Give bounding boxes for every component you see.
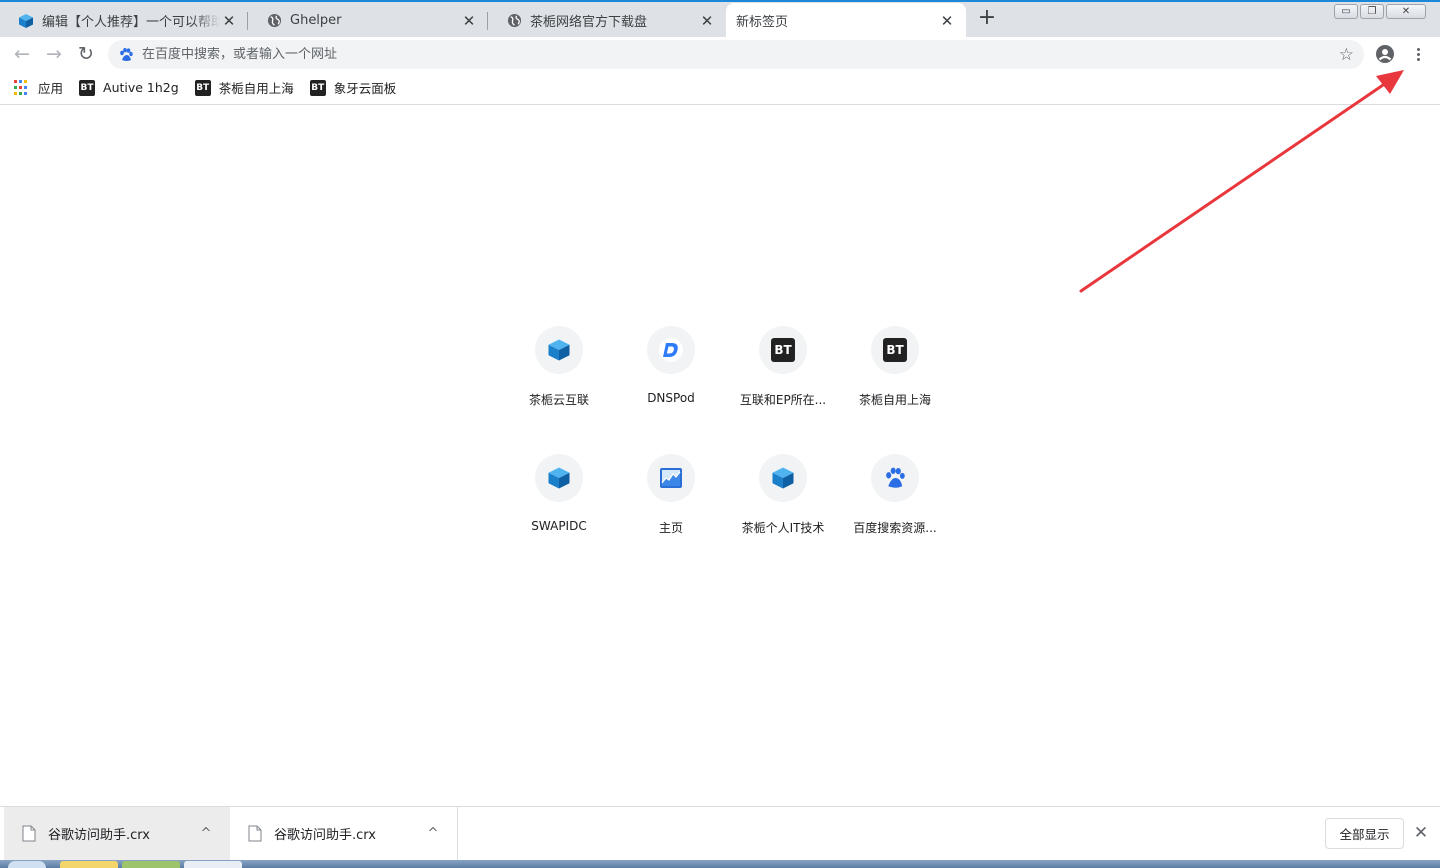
bt-icon: BT xyxy=(771,338,795,362)
shortcut-icon-circle: BT xyxy=(759,326,807,374)
tab-title: 编辑【个人推荐】一个可以帮助你 xyxy=(42,15,220,30)
file-icon xyxy=(248,825,262,842)
minimize-button[interactable]: ▭ xyxy=(1334,4,1358,19)
bt-icon: BT xyxy=(883,338,907,362)
download-item[interactable]: 谷歌访问助手.crx ^ xyxy=(4,807,230,860)
bookmark-xiangya-panel[interactable]: BT 象牙云面板 xyxy=(309,78,397,97)
tab-1[interactable]: 编辑【个人推荐】一个可以帮助你 ✕ xyxy=(0,3,248,38)
new-tab-button[interactable]: + xyxy=(976,7,998,30)
bt-icon: BT xyxy=(194,79,211,96)
shortcut-tile[interactable]: BT 茶栀自用上海 xyxy=(839,310,951,438)
shortcut-label: 互联和EP所在... xyxy=(739,393,827,407)
tab-title: Ghelper xyxy=(290,13,342,28)
tab-title: 新标签页 xyxy=(736,15,789,30)
bt-icon: BT xyxy=(309,79,326,96)
toolbar: ← → ↻ ☆ xyxy=(0,37,1440,71)
chevron-up-icon[interactable]: ^ xyxy=(196,826,216,841)
bookmarks-bar: 应用 BT Autive 1h2g BT 茶栀自用上海 BT 象牙云面板 xyxy=(0,71,1440,105)
omnibox[interactable]: ☆ xyxy=(108,40,1364,69)
bookmark-label: 象牙云面板 xyxy=(333,81,397,96)
shortcut-icon-circle xyxy=(871,454,919,502)
globe-icon xyxy=(506,13,522,29)
shortcut-label: DNSPod xyxy=(647,391,695,405)
shortcut-tile[interactable]: SWAPIDC xyxy=(503,438,615,566)
shortcut-tile[interactable]: 茶栀个人IT技术 xyxy=(727,438,839,566)
tab-2[interactable]: Ghelper ✕ xyxy=(248,3,488,38)
tab-close-icon[interactable]: ✕ xyxy=(220,12,238,30)
cube-icon xyxy=(18,13,34,29)
close-icon[interactable]: ✕ xyxy=(1411,823,1431,843)
bookmark-star-icon[interactable]: ☆ xyxy=(1339,45,1354,65)
taskbar-app[interactable] xyxy=(60,861,118,868)
tab-3[interactable]: 茶栀网络官方下载盘 ✕ xyxy=(488,3,726,38)
forward-button[interactable]: → xyxy=(42,42,66,66)
reload-button[interactable]: ↻ xyxy=(74,42,98,66)
shortcut-tile[interactable]: BT 互联和EP所在... xyxy=(727,310,839,438)
shortcut-label: 主页 xyxy=(658,521,683,535)
tab-close-icon[interactable]: ✕ xyxy=(698,12,716,30)
download-filename: 谷歌访问助手.crx xyxy=(274,828,376,843)
chart-icon xyxy=(660,468,682,488)
shortcut-grid: 茶栀云互联 DNSPod BT 互联和EP所在... BT 茶栀自用上海 SWA… xyxy=(503,310,951,566)
bookmark-chazhi-shanghai[interactable]: BT 茶栀自用上海 xyxy=(194,78,294,97)
shortcut-label: 茶栀云互联 xyxy=(528,393,589,407)
taskbar-app[interactable] xyxy=(122,861,180,868)
bookmark-label: 应用 xyxy=(38,81,64,96)
baidu-paw-icon xyxy=(120,47,133,61)
globe-icon xyxy=(266,13,282,29)
chevron-up-icon[interactable]: ^ xyxy=(423,826,443,841)
window-controls: ▭ ❐ ✕ xyxy=(1332,4,1426,19)
os-taskbar xyxy=(0,860,1440,868)
shortcut-icon-circle xyxy=(647,326,695,374)
cube-icon xyxy=(548,467,570,489)
show-all-button[interactable]: 全部显示 xyxy=(1325,818,1404,849)
tab-close-icon[interactable]: ✕ xyxy=(460,12,478,30)
shortcut-label: 百度搜索资源... xyxy=(853,521,937,535)
shortcut-icon-circle xyxy=(535,326,583,374)
taskbar-app[interactable] xyxy=(184,861,242,868)
bookmark-label: 茶栀自用上海 xyxy=(218,81,294,96)
browser-menu-icon[interactable] xyxy=(1408,44,1428,64)
omnibox-input[interactable] xyxy=(142,47,1292,62)
shortcut-tile[interactable]: 百度搜索资源... xyxy=(839,438,951,566)
bookmark-autive[interactable]: BT Autive 1h2g xyxy=(79,79,179,96)
shortcut-tile[interactable]: 茶栀云互联 xyxy=(503,310,615,438)
shortcut-label: SWAPIDC xyxy=(531,519,587,533)
shortcut-tile[interactable]: DNSPod xyxy=(615,310,727,438)
tab-4-active[interactable]: 新标签页 ✕ xyxy=(726,3,966,38)
baidu-paw-icon xyxy=(886,467,905,488)
dnspod-icon xyxy=(659,338,683,362)
shortcut-icon-circle xyxy=(647,454,695,502)
profile-icon[interactable] xyxy=(1375,44,1395,64)
window-close-button[interactable]: ✕ xyxy=(1386,4,1426,19)
download-item[interactable]: 谷歌访问助手.crx ^ xyxy=(230,807,458,860)
shortcut-label: 茶栀个人IT技术 xyxy=(741,521,825,535)
cube-icon xyxy=(772,467,794,489)
back-button[interactable]: ← xyxy=(10,42,34,66)
shortcut-label: 茶栀自用上海 xyxy=(858,393,931,407)
bt-icon: BT xyxy=(79,79,96,96)
file-icon xyxy=(22,825,36,842)
tab-title: 茶栀网络官方下载盘 xyxy=(530,15,648,30)
download-shelf: 谷歌访问助手.crx ^ 谷歌访问助手.crx ^ 全部显示 ✕ xyxy=(0,806,1440,860)
tab-close-icon[interactable]: ✕ xyxy=(938,12,956,30)
tab-strip: 编辑【个人推荐】一个可以帮助你 ✕ Ghelper ✕ 茶栀网络官方下载盘 ✕ … xyxy=(0,0,1440,38)
apps-grid-icon xyxy=(14,79,30,96)
cube-icon xyxy=(548,339,570,361)
bookmark-apps[interactable]: 应用 xyxy=(14,78,63,97)
start-button[interactable] xyxy=(8,861,46,868)
shortcut-icon-circle: BT xyxy=(871,326,919,374)
restore-button[interactable]: ❐ xyxy=(1360,4,1384,19)
shortcut-icon-circle xyxy=(535,454,583,502)
download-filename: 谷歌访问助手.crx xyxy=(48,828,150,843)
bookmark-label: Autive 1h2g xyxy=(103,80,179,95)
shortcut-icon-circle xyxy=(759,454,807,502)
shortcut-tile[interactable]: 主页 xyxy=(615,438,727,566)
